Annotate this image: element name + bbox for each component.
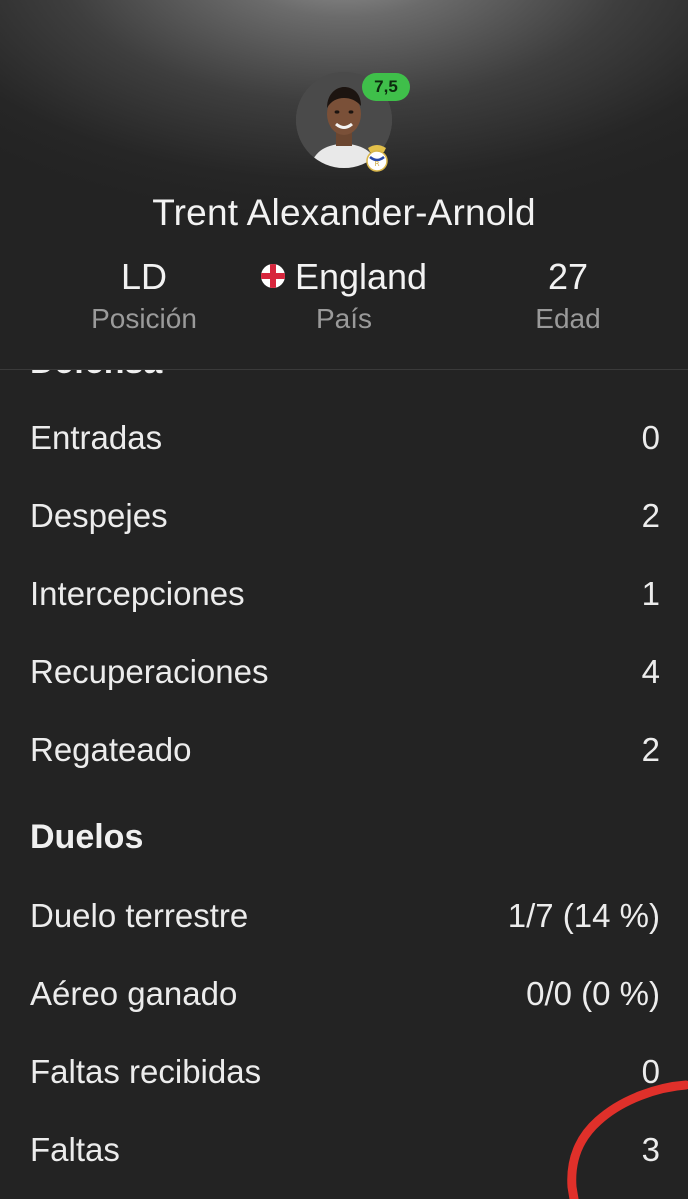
stat-value: 0 — [641, 419, 660, 456]
stat-label: Despejes — [30, 497, 168, 534]
stat-row-aereo-ganado: Aéreo ganado 0/0 (0 %) — [30, 969, 660, 1019]
stat-label: Faltas — [30, 1131, 120, 1168]
stat-value: 0/0 (0 %) — [526, 975, 660, 1012]
player-name: Trent Alexander-Arnold — [152, 192, 536, 233]
position-label: Posición — [91, 303, 197, 334]
age-value: 27 — [547, 256, 589, 297]
stat-label: Aéreo ganado — [30, 975, 238, 1012]
stat-value: 4 — [641, 653, 660, 690]
stat-value: 2 — [641, 497, 660, 534]
info-age: 27 Edad — [468, 255, 668, 335]
country-value: England — [294, 256, 428, 297]
player-stats-screen: Defensa Entradas 0 Despejes 2 Intercepci… — [0, 0, 688, 1199]
stat-row-intercepciones: Intercepciones 1 — [30, 569, 660, 619]
svg-text:R: R — [375, 160, 380, 168]
stat-row-faltas: Faltas 3 — [30, 1125, 660, 1175]
stat-value: 2 — [641, 731, 660, 768]
age-label: Edad — [535, 303, 601, 334]
rating-badge: 7,5 — [362, 73, 410, 101]
stat-label: Entradas — [30, 419, 163, 456]
stat-row-entradas: Entradas 0 — [30, 413, 660, 463]
stat-value: 1 — [641, 575, 660, 612]
stat-row-despejes: Despejes 2 — [30, 491, 660, 541]
stat-row-duelo-terrestre: Duelo terrestre 1/7 (14 %) — [30, 891, 660, 941]
stat-row-recuperaciones: Recuperaciones 4 — [30, 647, 660, 697]
stat-row-regateado: Regateado 2 — [30, 725, 660, 775]
england-flag-icon — [260, 264, 285, 289]
stat-label: Duelo terrestre — [30, 897, 249, 934]
info-position: LD Posición — [44, 255, 244, 335]
info-country: England País — [244, 255, 444, 335]
country-label: País — [315, 303, 373, 334]
position-value: LD — [120, 256, 168, 297]
stat-value: 0 — [641, 1053, 660, 1090]
stat-label: Recuperaciones — [30, 653, 269, 690]
stat-row-faltas-recibidas: Faltas recibidas 0 — [30, 1047, 660, 1097]
stat-label: Intercepciones — [30, 575, 245, 612]
stat-value: 3 — [641, 1131, 660, 1168]
stat-label: Faltas recibidas — [30, 1053, 262, 1090]
stat-label: Regateado — [30, 731, 192, 768]
player-header: 7,5 R Trent Alexander-Arnold LD Posición… — [0, 0, 688, 370]
stat-value: 1/7 (14 %) — [507, 897, 660, 934]
real-madrid-crest-icon: R — [364, 140, 390, 172]
section-title-duels: Duelos — [30, 818, 144, 856]
